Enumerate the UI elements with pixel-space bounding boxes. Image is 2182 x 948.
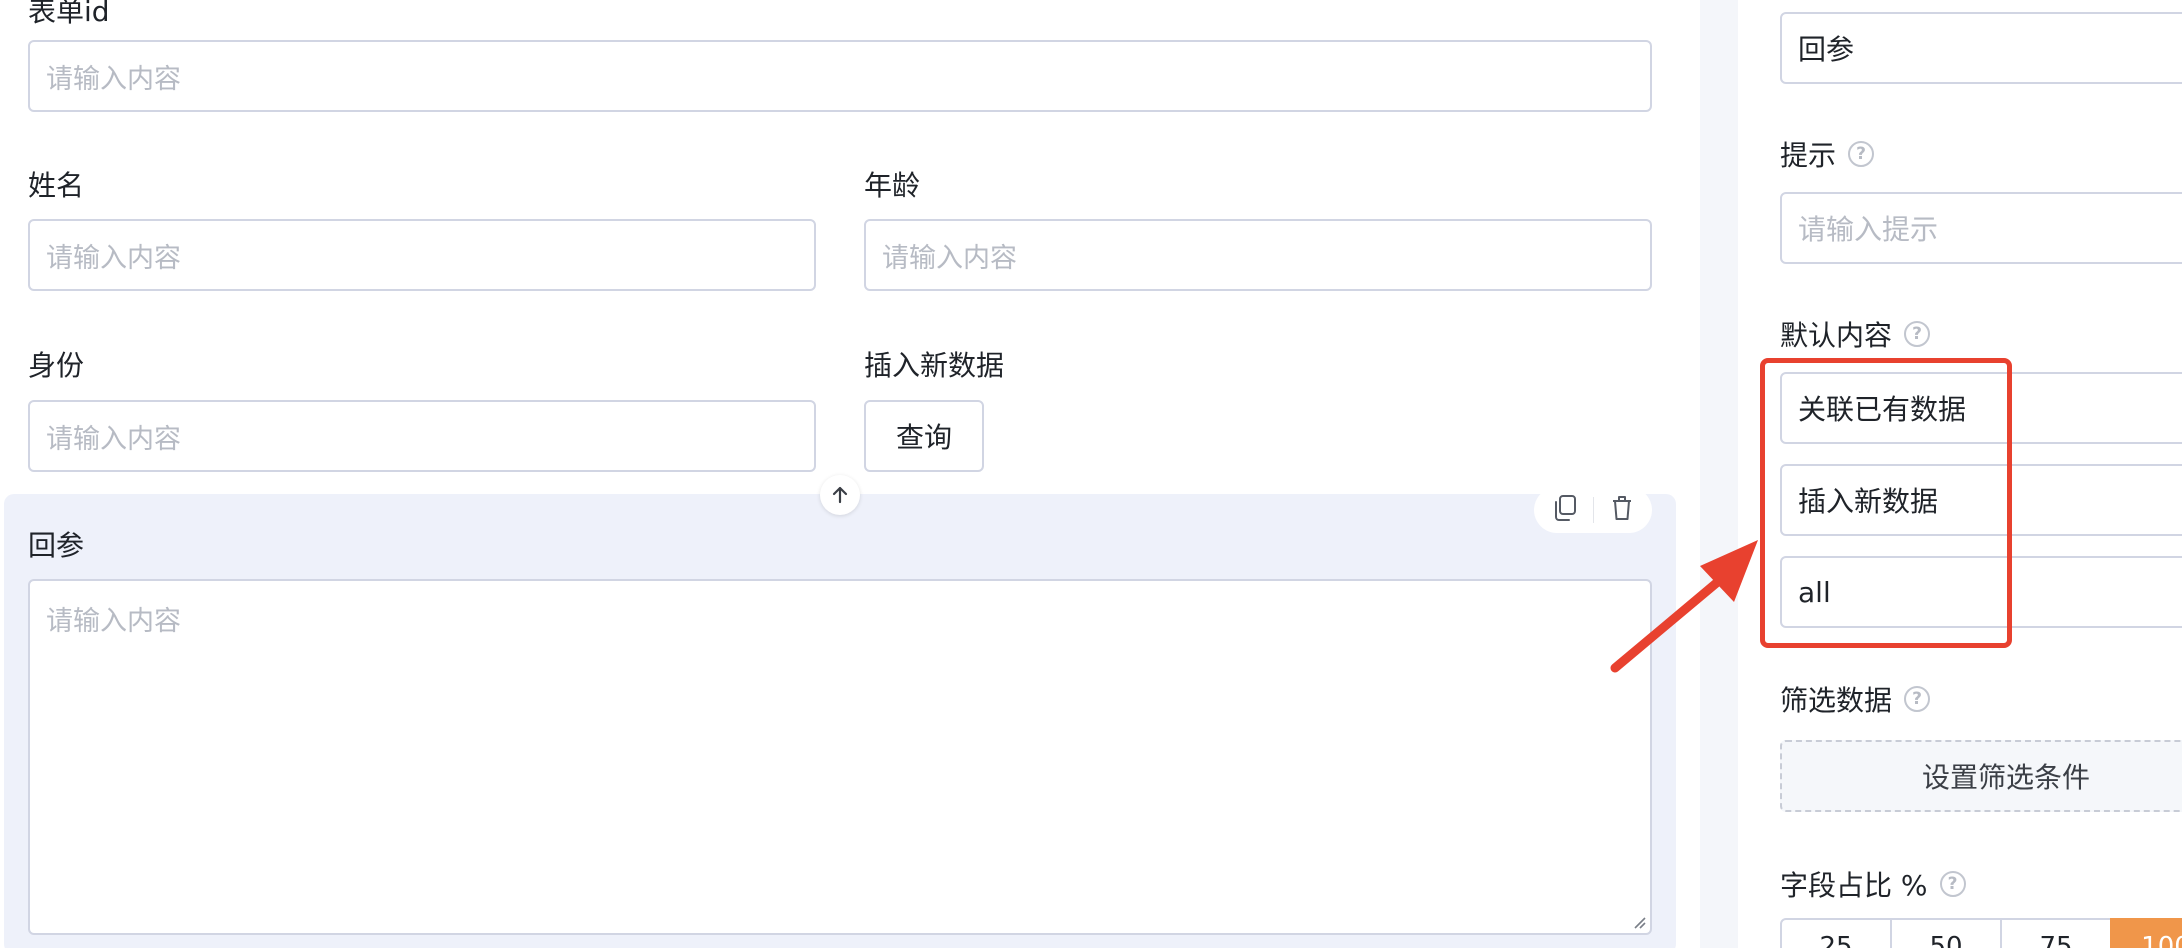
query-button[interactable]: 查询 [864, 400, 984, 472]
ratio-option-75[interactable]: 75 [2000, 918, 2112, 948]
arrow-up-icon[interactable] [820, 475, 860, 515]
name-label: 姓名 [28, 169, 85, 202]
set-filter-button[interactable]: 设置筛选条件 [1780, 740, 2182, 812]
form-canvas: 表单id 请输入内容 姓名 请输入内容 年龄 请输入内容 身份 请输入内容 插入… [0, 0, 1700, 948]
help-icon[interactable]: ? [1904, 686, 1931, 712]
help-icon[interactable]: ? [1939, 871, 1966, 897]
field-ratio-selector: 25 50 75 100 [1780, 918, 2182, 948]
annotation-highlight-box [1760, 358, 2012, 648]
help-icon[interactable]: ? [1848, 141, 1875, 167]
return-param-label: 回参 [28, 529, 85, 562]
name-input[interactable]: 请输入内容 [28, 219, 816, 291]
identity-input[interactable]: 请输入内容 [28, 400, 816, 472]
form-id-label: 表单id [28, 0, 110, 28]
insert-data-label: 插入新数据 [864, 349, 1005, 382]
field-title-input[interactable]: 回参 [1780, 12, 2182, 84]
return-param-textarea[interactable]: 请输入内容 [28, 579, 1652, 935]
form-id-input[interactable]: 请输入内容 [28, 40, 1652, 112]
ratio-option-25[interactable]: 25 [1780, 918, 1892, 948]
ratio-option-50[interactable]: 50 [1890, 918, 2002, 948]
hint-label: 提示? [1780, 134, 1875, 174]
help-icon[interactable]: ? [1904, 321, 1931, 347]
default-content-label: 默认内容? [1780, 314, 1931, 354]
identity-label: 身份 [28, 349, 85, 382]
panel-divider [1700, 0, 1738, 948]
form-designer: 表单id 请输入内容 姓名 请输入内容 年龄 请输入内容 身份 请输入内容 插入… [0, 0, 2182, 948]
resize-grip-icon[interactable] [1630, 913, 1646, 929]
field-toolbar [1534, 487, 1652, 533]
hint-input[interactable]: 请输入提示 [1780, 192, 2182, 264]
filter-data-label: 筛选数据? [1780, 679, 1931, 719]
ratio-option-100[interactable]: 100 [2110, 918, 2182, 948]
copy-icon[interactable] [1552, 494, 1578, 526]
age-input[interactable]: 请输入内容 [864, 219, 1652, 291]
field-ratio-label: 字段占比 %? [1780, 864, 1966, 904]
age-label: 年龄 [864, 169, 921, 202]
delete-icon[interactable] [1610, 494, 1634, 526]
